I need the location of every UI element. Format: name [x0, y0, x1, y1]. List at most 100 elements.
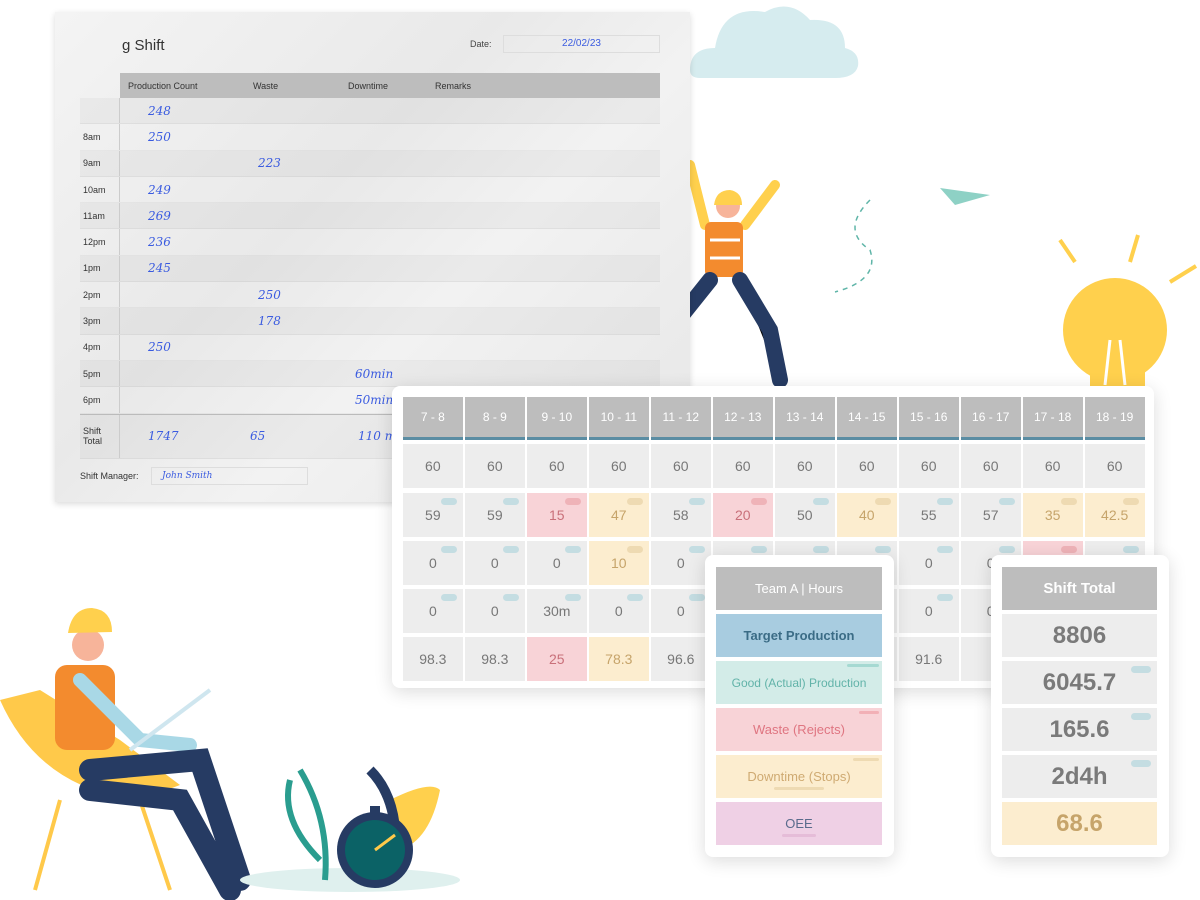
status-pill — [626, 594, 643, 602]
hour-header: 10 - 11 — [588, 397, 649, 440]
grid-cell: 60 — [588, 444, 649, 489]
cell-value: 0 — [924, 554, 933, 571]
grid-cell: 0 — [464, 540, 525, 585]
status-pill — [1122, 545, 1139, 553]
production-value: 250 — [148, 340, 171, 355]
grid-cell: 60 — [464, 444, 525, 489]
grid-cell: 60 — [526, 444, 587, 489]
cell-value: 0 — [428, 554, 437, 571]
paper-plane-icon — [834, 188, 990, 293]
grid-cell: 60 — [774, 444, 835, 489]
cell-value: 60 — [982, 458, 999, 475]
hour-header: 14 - 15 — [836, 397, 897, 440]
grid-cell: 10 — [588, 540, 649, 585]
cell-value: 55 — [920, 506, 937, 523]
grid-cell: 42.5 — [1084, 492, 1145, 537]
grid-cell: 60 — [712, 444, 773, 489]
grid-cell: 0 — [650, 589, 711, 634]
row-label: 12pm — [80, 229, 120, 255]
grid-cell: 60 — [1084, 444, 1145, 489]
cell-value: 60 — [672, 458, 689, 475]
grid-cell: 98.3 — [403, 637, 463, 682]
cell-value: 91.6 — [915, 651, 943, 668]
cell-value: 0 — [552, 554, 561, 571]
grid-cell: 60 — [898, 444, 959, 489]
waste-value: 250 — [258, 287, 281, 302]
grid-cell: 0 — [403, 589, 463, 634]
row-label: 2pm — [80, 282, 120, 308]
grid-cell: 15 — [526, 492, 587, 537]
production-value: 249 — [148, 182, 171, 197]
grid-cell: 55 — [898, 492, 959, 537]
status-pill — [1060, 545, 1077, 553]
legend-oee: OEE — [716, 802, 882, 845]
grid-cell: 59 — [403, 492, 463, 537]
grid-cell: 40 — [836, 492, 897, 537]
col-remarks: Remarks — [435, 80, 472, 91]
row-label: 4pm — [80, 334, 120, 360]
legend-label: OEE — [785, 816, 813, 831]
cell-value: 0 — [924, 603, 933, 620]
hour-header: 16 - 17 — [960, 397, 1021, 440]
waste-value: 178 — [258, 314, 281, 329]
paper-row: 4pm 250 — [80, 334, 660, 361]
status-pill — [874, 497, 891, 505]
lightbulb-icon — [1058, 234, 1198, 386]
cell-value: 60 — [796, 458, 813, 475]
grid-cell: 58 — [650, 492, 711, 537]
cell-value: 47 — [611, 506, 627, 523]
status-pill — [750, 497, 767, 505]
hour-header: 11 - 12 — [650, 397, 711, 440]
date-field: 22/02/23 — [503, 35, 660, 53]
status-pill — [502, 594, 519, 602]
paper-row: 8am 250 — [80, 124, 660, 151]
cell-value: 60 — [920, 458, 937, 475]
status-pill — [998, 497, 1015, 505]
hour-header: 13 - 14 — [774, 397, 835, 440]
cell-value: 20 — [734, 506, 751, 523]
cell-value: 0 — [676, 554, 685, 571]
grid-cell: 30m — [526, 589, 587, 634]
status-pill — [812, 497, 829, 505]
cell-value: 59 — [425, 506, 441, 523]
col-downtime: Downtime — [348, 80, 389, 91]
paper-row: 11am 269 — [80, 203, 660, 230]
row-label: 1pm — [80, 255, 120, 282]
cell-value: 57 — [982, 506, 999, 523]
row-label: 8am — [80, 124, 120, 150]
paper-row: 248 — [80, 98, 660, 125]
status-pill — [502, 497, 519, 505]
cell-value: 58 — [672, 506, 689, 523]
cell-value: 50 — [796, 506, 813, 523]
row-label — [80, 98, 120, 124]
total-oee: 68.6 — [1002, 802, 1157, 845]
cell-value: 96.6 — [667, 651, 695, 668]
cell-value: 30m — [543, 603, 571, 620]
legend-label: Target Production — [743, 628, 855, 643]
cell-value: 25 — [549, 651, 565, 668]
legend-label: Good (Actual) Production — [731, 675, 867, 690]
production-value: 236 — [148, 235, 171, 250]
grid-cell: 50 — [774, 492, 835, 537]
cell-value: 78.3 — [605, 651, 633, 668]
status-pill — [1060, 497, 1077, 505]
cell-value: 0 — [428, 603, 437, 620]
date-label: Date: — [470, 39, 492, 49]
row-label: 10am — [80, 176, 120, 203]
production-value: 250 — [148, 129, 171, 144]
status-pill — [564, 497, 581, 505]
grid-cell: 60 — [960, 444, 1021, 489]
grid-cell: 60 — [650, 444, 711, 489]
paper-row: 9am 223 — [80, 150, 660, 177]
shift-total-header: Shift Total — [1002, 567, 1157, 610]
grid-cell: 47 — [588, 492, 649, 537]
paper-row: 5pm 60min — [80, 360, 660, 388]
cell-value: 10 — [611, 554, 627, 571]
row-label: 6pm — [80, 387, 120, 413]
cell-value: 60 — [425, 458, 441, 475]
cloud-icon — [690, 6, 859, 78]
shift-manager-label: Shift Manager: — [80, 471, 139, 481]
shift-total-panel: Shift Total 8806 6045.7 165.6 2d4h 68.6 — [991, 555, 1169, 857]
cell-value: 60 — [611, 458, 627, 475]
grid-cell: 98.3 — [464, 637, 525, 682]
